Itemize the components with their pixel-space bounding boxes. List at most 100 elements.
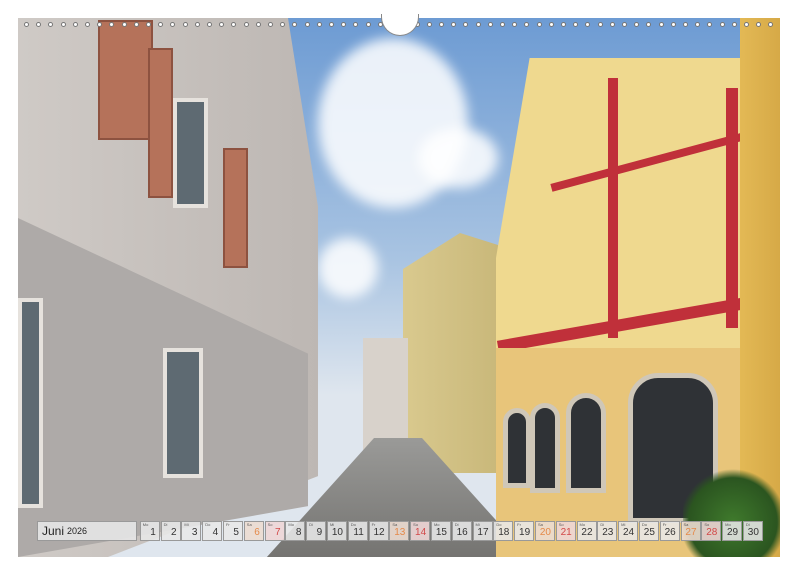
binding-ring [707,22,712,27]
day-cell: Do25 [639,521,659,541]
day-cell: Mo1 [140,521,160,541]
binding-ring [524,22,529,27]
binding-ring [720,22,725,27]
day-number: 27 [685,527,696,538]
day-number: 15 [436,527,447,538]
binding-ring [695,22,700,27]
weekday-label: Mo [143,522,149,527]
weekday-label: So [559,522,564,527]
binding-ring [732,22,737,27]
binding-ring [134,22,139,27]
binding-ring [73,22,78,27]
weekday-label: Mi [621,522,625,527]
day-cell: Mi24 [618,521,638,541]
day-number: 6 [254,527,260,538]
weekday-label: Fr [517,522,521,527]
window [163,348,203,478]
middle-building [403,233,498,473]
binding-ring [366,22,371,27]
binding-ring [500,22,505,27]
day-number: 13 [394,527,405,538]
day-cell: Mi17 [473,521,493,541]
weekday-label: So [413,522,418,527]
day-cell: Sa13 [389,521,409,541]
binding-ring [463,22,468,27]
binding-ring [280,22,285,27]
binding-ring [756,22,761,27]
day-cell: Do11 [348,521,368,541]
day-number: 21 [561,527,572,538]
binding-ring [195,22,200,27]
shutter [98,20,153,140]
day-cell: Mi10 [327,521,347,541]
binding-ring [97,22,102,27]
binding-ring [439,22,444,27]
binding-ring [329,22,334,27]
binding-ring [231,22,236,27]
day-number: 19 [519,527,530,538]
binding-ring [207,22,212,27]
timber-beam [608,78,618,338]
binding-ring [537,22,542,27]
binding-ring [476,22,481,27]
cloud [418,128,498,188]
day-cell: Mo15 [431,521,451,541]
arched-window [503,408,531,488]
weekday-label: Mo [580,522,586,527]
shutter [148,48,173,198]
binding-ring [549,22,554,27]
weekday-label: Di [164,522,168,527]
weekday-label: Fr [226,522,230,527]
binding-ring [585,22,590,27]
binding-ring [659,22,664,27]
weekday-label: Mo [288,522,294,527]
day-number: 2 [171,527,177,538]
day-cell: Di2 [161,521,181,541]
day-cell: Do18 [493,521,513,541]
binding-ring [451,22,456,27]
day-cell: Sa27 [681,521,701,541]
binding-ring [646,22,651,27]
day-cell: Di23 [597,521,617,541]
weekday-label: Mi [184,522,188,527]
day-number: 17 [477,527,488,538]
binding-ring [768,22,773,27]
weekday-label: Do [496,522,501,527]
weekday-label: Mo [725,522,731,527]
day-number: 28 [706,527,717,538]
weekday-label: Sa [538,522,543,527]
day-cell: Fr26 [660,521,680,541]
day-number: 29 [727,527,738,538]
binding-ring [341,22,346,27]
arched-window [566,393,606,493]
weekday-label: Di [309,522,313,527]
day-number: 30 [748,527,759,538]
weekday-label: Fr [372,522,376,527]
binding-ring [744,22,749,27]
day-number: 12 [373,527,384,538]
binding-ring [353,22,358,27]
binding-ring [24,22,29,27]
day-cell: Sa20 [535,521,555,541]
month-name: Juni [42,524,64,538]
binding-ring [622,22,627,27]
day-number: 24 [623,527,634,538]
weekday-label: Do [205,522,210,527]
day-number: 8 [296,527,302,538]
day-cell: Sa6 [244,521,264,541]
shutter [223,148,248,268]
day-cell: Mo8 [285,521,305,541]
day-number: 25 [644,527,655,538]
binding-ring [109,22,114,27]
weekday-label: Do [642,522,647,527]
day-cell: Fr19 [514,521,534,541]
weekday-label: Mi [330,522,334,527]
weekday-label: Di [746,522,750,527]
day-number: 14 [415,527,426,538]
binding-ring [573,22,578,27]
weekday-label: Sa [684,522,689,527]
binding-ring [48,22,53,27]
month-label: Juni 2026 [37,521,137,541]
binding-ring [244,22,249,27]
window [173,98,208,208]
